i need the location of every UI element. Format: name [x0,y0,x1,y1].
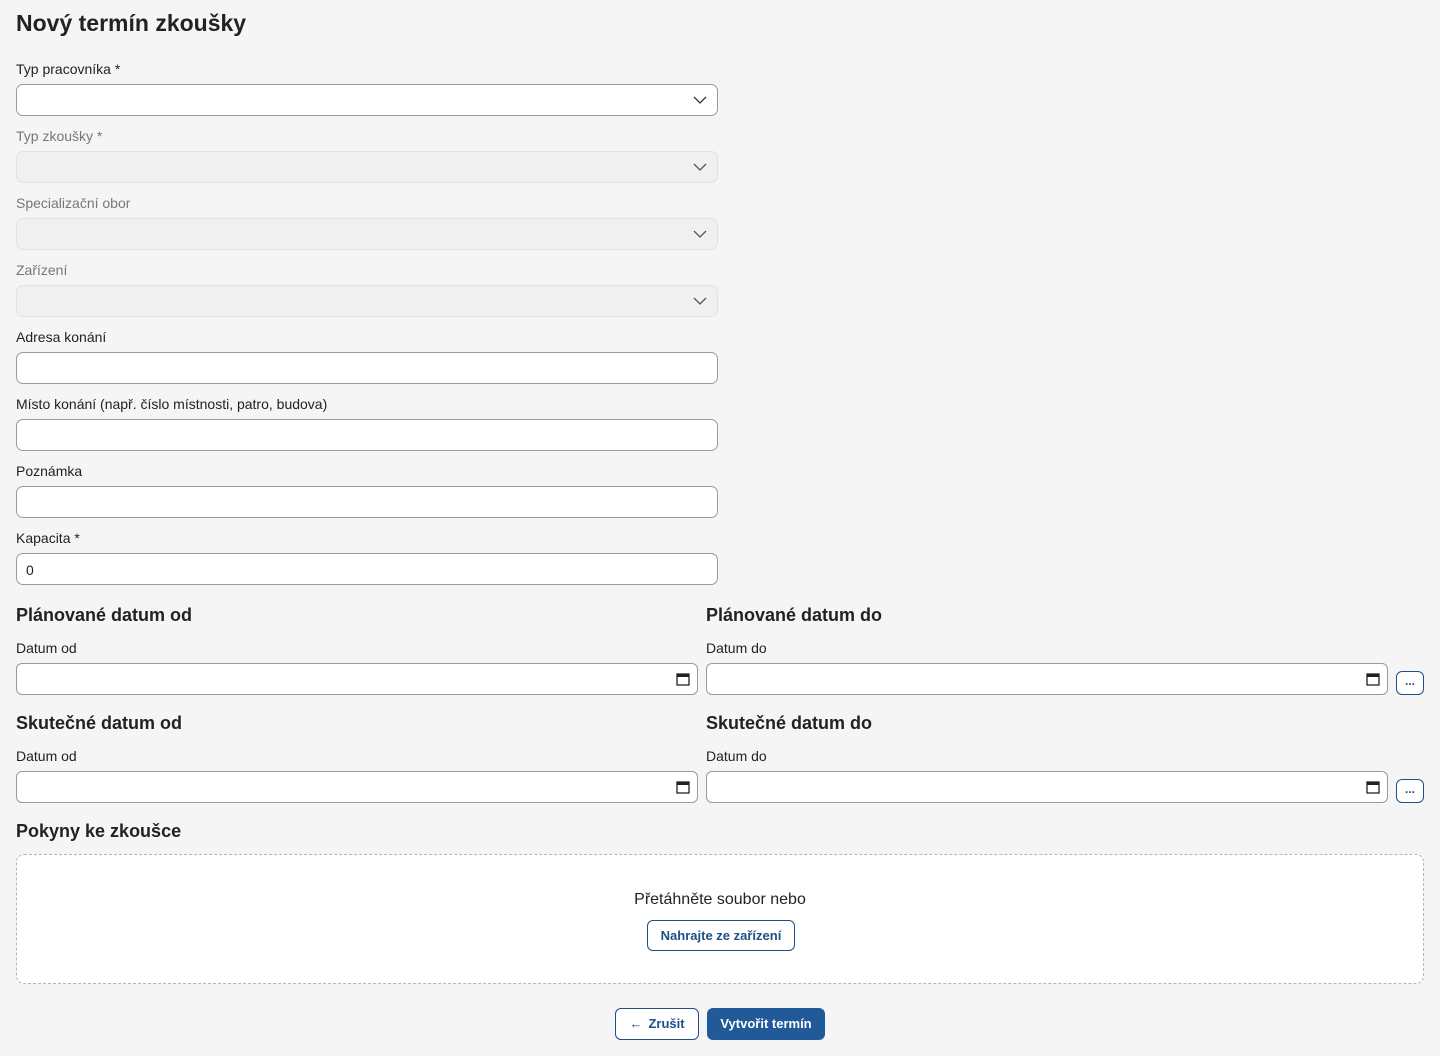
actual-to-heading: Skutečné datum do [706,713,873,733]
facility-label: Zařízení [16,262,68,278]
note-input[interactable] [16,486,718,518]
new-exam-term-page: Nový termín zkoušky Typ pracovníka * Typ… [0,0,1440,1056]
planned-more-button[interactable]: ... [1396,671,1424,695]
calendar-icon[interactable] [676,780,690,794]
address-label: Adresa konání [16,329,107,345]
worker-type-select[interactable] [16,84,718,116]
actual-from-label: Datum od [16,748,77,764]
cancel-button[interactable]: ← Zrušit [615,1008,699,1040]
chevron-down-icon [693,96,707,104]
actual-to-date-input[interactable] [706,771,1388,803]
chevron-down-icon [693,163,707,171]
cancel-label: Zrušit [648,1016,685,1031]
capacity-input[interactable]: 0 [16,553,718,585]
facility-select[interactable] [16,285,718,317]
dropzone-hint: Přetáhněte soubor nebo [634,891,806,908]
actual-more-button[interactable]: ... [1396,779,1424,803]
exam-type-label: Typ zkoušky * [16,128,103,144]
calendar-icon[interactable] [1366,672,1380,686]
actual-to-label: Datum do [706,748,767,764]
file-dropzone[interactable]: Přetáhněte soubor nebo Nahrajte ze zaříz… [16,854,1424,984]
chevron-down-icon [693,297,707,305]
chevron-down-icon [693,230,707,238]
planned-from-heading: Plánované datum od [16,605,193,625]
create-term-button[interactable]: Vytvořit termín [707,1008,825,1040]
instructions-heading: Pokyny ke zkoušce [16,821,182,841]
upload-from-device-button[interactable]: Nahrajte ze zařízení [647,920,795,951]
actual-from-heading: Skutečné datum od [16,713,183,733]
calendar-icon[interactable] [1366,780,1380,794]
planned-to-label: Datum do [706,640,767,656]
specialization-select[interactable] [16,218,718,250]
note-label: Poznámka [16,463,83,479]
arrow-left-icon: ← [629,1016,643,1031]
page-title: Nový termín zkoušky [16,10,247,36]
address-input[interactable] [16,352,718,384]
planned-to-heading: Plánované datum do [706,605,883,625]
planned-from-label: Datum od [16,640,77,656]
actual-from-date-input[interactable] [16,771,698,803]
specialization-label: Specializační obor [16,195,131,211]
planned-from-date-input[interactable] [16,663,698,695]
place-input[interactable] [16,419,718,451]
place-label: Místo konání (např. číslo místnosti, pat… [16,396,328,412]
exam-type-select[interactable] [16,151,718,183]
planned-to-date-input[interactable] [706,663,1388,695]
capacity-value: 0 [26,562,34,578]
calendar-icon[interactable] [676,672,690,686]
worker-type-label: Typ pracovníka * [16,61,121,77]
capacity-label: Kapacita * [16,530,80,546]
